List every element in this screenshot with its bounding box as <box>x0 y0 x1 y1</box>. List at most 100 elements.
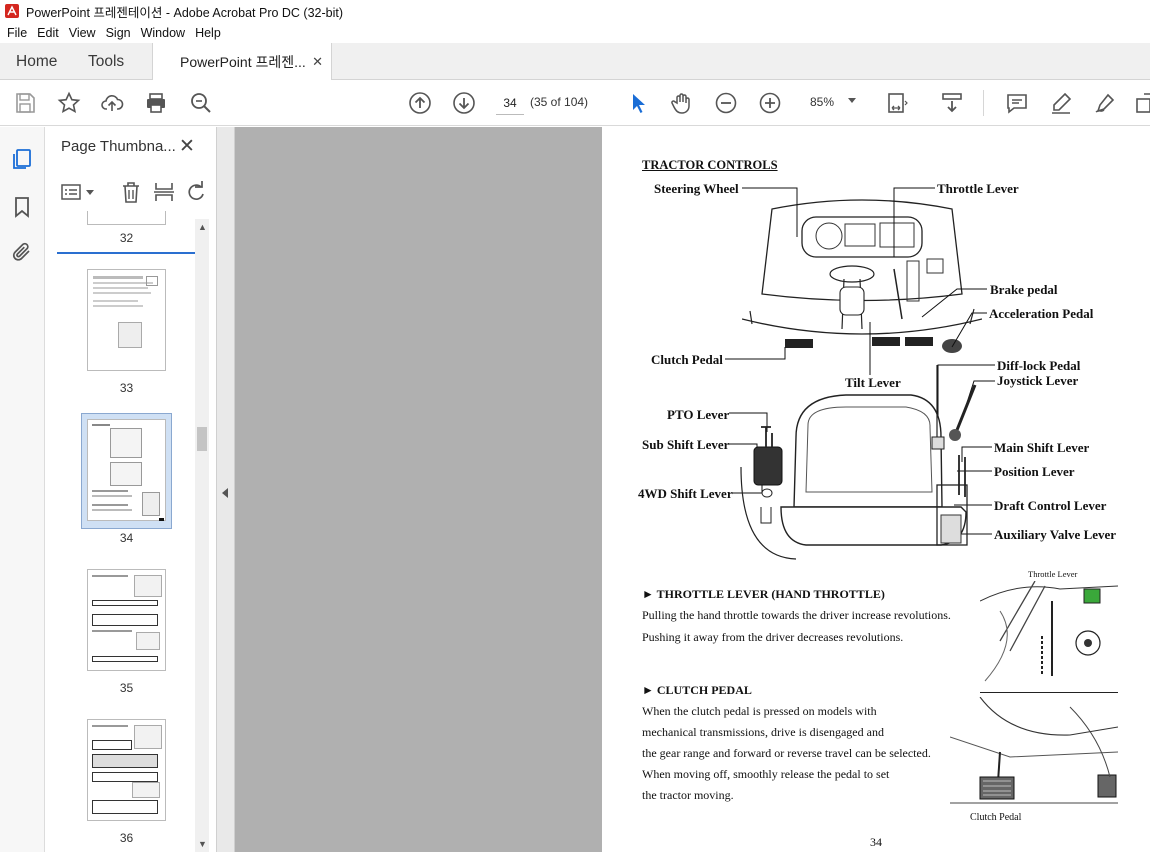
menu-edit[interactable]: Edit <box>32 26 64 40</box>
label-4wd-shift-lever: 4WD Shift Lever <box>638 486 733 501</box>
close-tab-icon[interactable]: ✕ <box>312 54 323 70</box>
title-bar: PowerPoint 프레젠테이션 - Adobe Acrobat Pro DC… <box>0 0 1150 22</box>
clutch-text-line: When the clutch pedal is pressed on mode… <box>642 704 877 718</box>
save-icon[interactable] <box>13 91 37 115</box>
tab-document-label: PowerPoint 프레젠... <box>180 54 306 70</box>
page-thumbnails-icon[interactable] <box>10 147 34 171</box>
thumbnail-page-36[interactable] <box>87 719 166 821</box>
scroll-down-icon[interactable]: ▼ <box>198 839 207 849</box>
thumbnail-label: 34 <box>119 531 134 545</box>
page-thumbnails-panel: Page Thumbna... ✕ 32 33 34 35 36 ▲ ▼ <box>45 127 217 852</box>
toolbar: (35 of 104) 85% <box>0 80 1150 126</box>
page-fit-icon[interactable] <box>885 91 909 115</box>
label-clutch-pedal: Clutch Pedal <box>651 352 723 367</box>
collapse-arrow-icon[interactable] <box>222 488 228 498</box>
window-title: PowerPoint 프레젠테이션 - Adobe Acrobat Pro DC… <box>26 5 344 20</box>
clutch-text-line: the tractor moving. <box>642 788 734 802</box>
label-joystick-lever: Joystick Lever <box>997 373 1079 388</box>
sign-pen-icon[interactable] <box>1093 91 1117 115</box>
zoom-out-icon[interactable] <box>714 91 738 115</box>
thumbnail-page-32[interactable] <box>87 211 166 225</box>
thumbnail-label: 33 <box>119 381 134 395</box>
thumbnail-label: 32 <box>119 231 134 245</box>
label-brake-pedal: Brake pedal <box>990 282 1058 297</box>
thumbnail-list: 32 33 34 35 36 <box>45 211 195 852</box>
throttle-lever-photo: Throttle Lever <box>980 569 1118 693</box>
menu-file[interactable]: File <box>2 26 32 40</box>
label-steering-wheel: Steering Wheel <box>654 181 739 196</box>
highlight-pen-icon[interactable] <box>1049 91 1073 115</box>
left-rail <box>0 127 45 852</box>
page-number: 34 <box>870 835 882 849</box>
menu-help[interactable]: Help <box>190 26 226 40</box>
label-sub-shift-lever: Sub Shift Lever <box>642 437 730 452</box>
bookmark-star-icon[interactable] <box>57 91 81 115</box>
scroll-mode-icon[interactable] <box>940 91 964 115</box>
menu-view[interactable]: View <box>64 26 101 40</box>
thumbnail-page-34[interactable] <box>87 419 166 521</box>
zoom-search-icon[interactable] <box>189 91 213 115</box>
scrollbar-thumb[interactable] <box>197 427 207 451</box>
panel-title: Page Thumbna... <box>61 138 176 155</box>
label-auxiliary-valve-lever: Auxiliary Valve Lever <box>994 527 1117 542</box>
clutch-text-line: the gear range and forward or reverse tr… <box>642 746 931 760</box>
extract-page-icon[interactable] <box>153 180 175 204</box>
thumbnail-label: 36 <box>119 831 134 845</box>
panel-toolbar <box>45 174 217 210</box>
label-draft-control-lever: Draft Control Lever <box>994 498 1107 513</box>
tab-home[interactable]: Home <box>16 43 57 80</box>
toolbar-divider <box>983 90 984 116</box>
label-throttle-lever: Throttle Lever <box>937 181 1019 196</box>
previous-page-icon[interactable] <box>408 91 432 115</box>
rotate-page-icon[interactable] <box>185 180 207 204</box>
clutch-section-heading: ► CLUTCH PEDAL <box>642 683 752 697</box>
throttle-text-line: Pushing it away from the driver decrease… <box>642 630 904 644</box>
throttle-image-caption: Throttle Lever <box>1028 569 1078 579</box>
clutch-pedal-photo: Clutch Pedal <box>950 697 1118 829</box>
hand-tool-icon[interactable] <box>670 91 694 115</box>
scroll-up-icon[interactable]: ▲ <box>198 222 207 232</box>
comment-icon[interactable] <box>1005 91 1029 115</box>
label-main-shift-lever: Main Shift Lever <box>994 440 1090 455</box>
throttle-text-line: Pulling the hand throttle towards the dr… <box>642 608 951 622</box>
zoom-in-icon[interactable] <box>758 91 782 115</box>
attachments-paperclip-icon[interactable] <box>10 240 34 264</box>
thumbnail-page-35[interactable] <box>87 569 166 671</box>
throttle-section-heading: ► THROTTLE LEVER (HAND THROTTLE) <box>642 587 885 601</box>
page-number-input[interactable] <box>496 91 524 115</box>
label-tilt-lever: Tilt Lever <box>845 375 901 390</box>
label-acceleration-pedal: Acceleration Pedal <box>989 306 1094 321</box>
label-pto-lever: PTO Lever <box>667 407 730 422</box>
bookmarks-icon[interactable] <box>10 195 34 219</box>
zoom-dropdown-icon[interactable] <box>848 98 856 103</box>
zoom-level[interactable]: 85% <box>810 95 834 109</box>
right-levers-illustration <box>931 365 977 546</box>
tab-document[interactable]: PowerPoint 프레젠... ✕ <box>152 43 332 81</box>
thumbnail-scrollbar[interactable]: ▲ ▼ <box>195 219 209 852</box>
options-dropdown-icon[interactable] <box>86 190 94 195</box>
label-position-lever: Position Lever <box>994 464 1075 479</box>
menu-window[interactable]: Window <box>136 26 190 40</box>
select-cursor-icon[interactable] <box>627 91 651 115</box>
share-export-icon[interactable] <box>1134 91 1150 115</box>
clutch-text-line: When moving off, smoothly release the pe… <box>642 767 890 781</box>
print-icon[interactable] <box>144 91 168 115</box>
acrobat-logo-icon <box>5 4 19 18</box>
tab-bar: Home Tools PowerPoint 프레젠... ✕ <box>0 43 1150 81</box>
upload-cloud-icon[interactable] <box>100 91 124 115</box>
thumbnail-page-33[interactable] <box>87 269 166 371</box>
next-page-icon[interactable] <box>452 91 476 115</box>
label-diff-lock-pedal: Diff-lock Pedal <box>997 358 1081 373</box>
menu-sign[interactable]: Sign <box>101 26 136 40</box>
thumbnail-label: 35 <box>119 681 134 695</box>
menu-bar: File Edit View Sign Window Help <box>0 22 1150 43</box>
delete-page-icon[interactable] <box>120 180 142 204</box>
pdf-page: TRACTOR CONTROLS Steering Wheel Throttle… <box>602 127 1150 852</box>
panel-collapse-handle[interactable] <box>217 127 235 852</box>
clutch-text-line: mechanical transmissions, drive is disen… <box>642 725 884 739</box>
clutch-image-caption: Clutch Pedal <box>970 812 1022 823</box>
panel-close-icon[interactable]: ✕ <box>179 135 195 158</box>
thumbnail-options-icon[interactable] <box>61 182 83 202</box>
tab-tools[interactable]: Tools <box>88 43 124 80</box>
page-count-label: (35 of 104) <box>530 95 589 109</box>
